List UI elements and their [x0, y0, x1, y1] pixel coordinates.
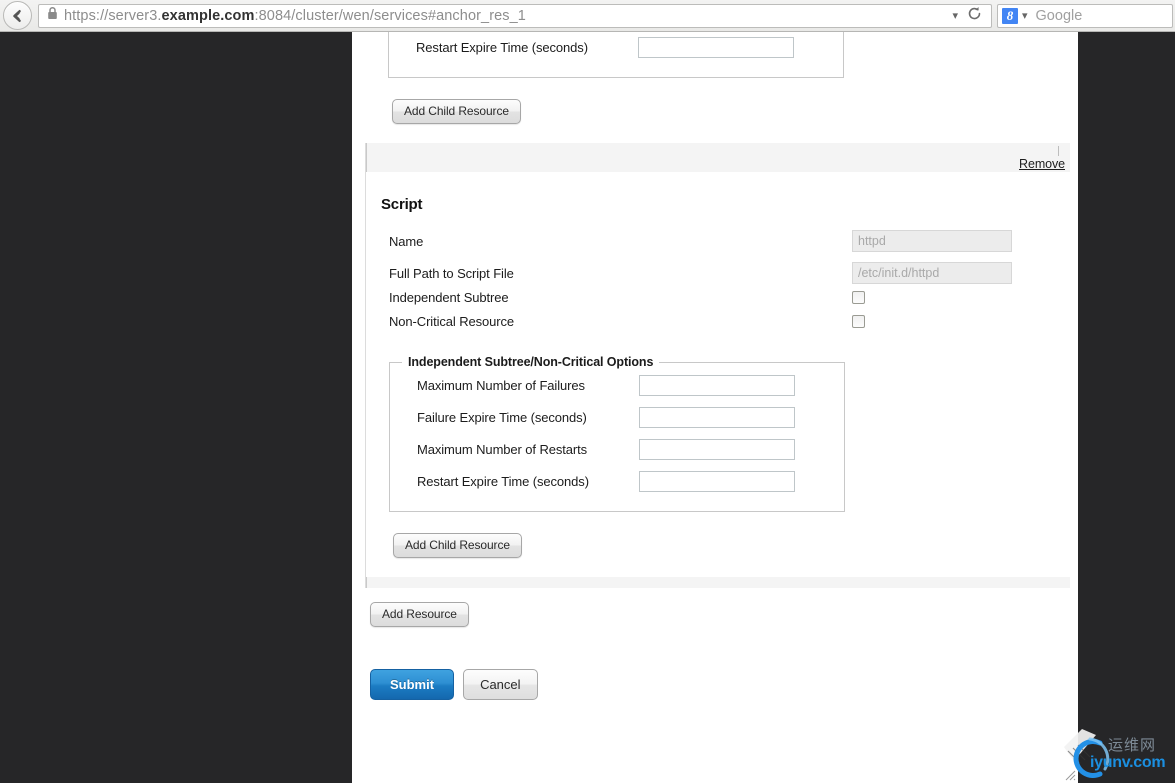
browser-chrome: https://server3.example.com:8084/cluster…	[0, 0, 1175, 32]
form-row: Maximum Number of Restarts	[390, 433, 844, 465]
submit-button[interactable]: Submit	[370, 669, 455, 700]
field-label: Maximum Number of Failures	[417, 377, 585, 393]
failure-expire-time-input[interactable]	[639, 406, 795, 428]
form-row: Maximum Number of Failures	[390, 369, 844, 401]
options-fieldset-wrap: Independent Subtree/Non-Critical Options…	[366, 333, 1070, 512]
form-row: Full Path to Script File /etc/init.d/htt…	[366, 261, 1070, 285]
add-child-resource-row-top: Add Child Resource	[365, 78, 1070, 143]
independent-subtree-options-fieldset: Independent Subtree/Non-Critical Options…	[389, 355, 845, 512]
resource-card-script: Remove Script Name httpd Full Path to Sc…	[365, 143, 1070, 588]
field-label: Full Path to Script File	[389, 265, 514, 281]
form-row: Failure Expire Time (seconds)	[390, 401, 844, 433]
reload-icon[interactable]	[967, 6, 982, 26]
field-label: Name	[389, 233, 424, 249]
search-bar[interactable]: 8 ▾ Google	[997, 3, 1173, 28]
add-child-resource-button[interactable]: Add Child Resource	[393, 533, 522, 558]
google-icon: 8	[1002, 7, 1018, 24]
url-path: :8084/cluster/wen/services#anchor_res_1	[254, 7, 526, 24]
back-button[interactable]	[3, 1, 32, 30]
resize-grip[interactable]	[1063, 768, 1076, 781]
form-row: Restart Expire Time (seconds)	[389, 32, 843, 63]
form-row: Non-Critical Resource	[366, 309, 1070, 333]
browser-viewport: Maximum Number of Restarts Restart Expir…	[0, 32, 1175, 783]
watermark-chinese-text: 运维网	[1108, 736, 1157, 754]
page-canvas: Maximum Number of Restarts Restart Expir…	[352, 32, 1078, 783]
independent-subtree-options-fieldset-top: Maximum Number of Restarts Restart Expir…	[388, 32, 844, 78]
field-label: Restart Expire Time (seconds)	[416, 39, 588, 55]
resource-type-title: Script	[381, 196, 423, 213]
add-child-resource-row: Add Child Resource	[366, 512, 1070, 577]
restart-expire-time-input-top[interactable]	[638, 36, 794, 58]
collapse-handle-icon	[1058, 146, 1059, 156]
search-input-placeholder[interactable]: Google	[1036, 8, 1083, 24]
add-resource-row: Add Resource	[365, 588, 1070, 627]
resource-block-top: Maximum Number of Restarts Restart Expir…	[365, 32, 1070, 143]
url-text: https://server3.example.com:8084/cluster…	[64, 8, 944, 24]
form-row: Name httpd	[366, 229, 1070, 253]
add-child-resource-button-top[interactable]: Add Child Resource	[392, 99, 521, 124]
form-submit-row: Submit Cancel	[365, 627, 1070, 700]
url-protocol: https://server3.	[64, 7, 162, 24]
restart-expire-time-input[interactable]	[639, 470, 795, 492]
independent-subtree-checkbox[interactable]	[852, 290, 865, 304]
back-arrow-icon	[10, 8, 26, 24]
remove-resource-link[interactable]: Remove	[1019, 157, 1065, 171]
form-row: Restart Expire Time (seconds)	[390, 465, 844, 497]
cancel-button[interactable]: Cancel	[463, 669, 538, 700]
form-content: Maximum Number of Restarts Restart Expir…	[365, 32, 1070, 700]
add-resource-button[interactable]: Add Resource	[370, 602, 469, 627]
field-label: Independent Subtree	[389, 289, 509, 305]
resource-card-header: Remove	[366, 143, 1070, 172]
field-label: Restart Expire Time (seconds)	[417, 473, 589, 489]
field-label: Failure Expire Time (seconds)	[417, 409, 587, 425]
name-input[interactable]: httpd	[852, 230, 1012, 252]
chevron-down-icon[interactable]: ▾	[952, 9, 958, 22]
url-domain: example.com	[161, 7, 255, 24]
non-critical-resource-checkbox[interactable]	[852, 314, 865, 328]
field-label: Non-Critical Resource	[389, 313, 515, 329]
max-number-of-restarts-input[interactable]	[639, 438, 795, 460]
lock-icon	[47, 6, 58, 25]
resource-card-footer	[366, 577, 1070, 588]
full-path-to-script-file-input[interactable]: /etc/init.d/httpd	[852, 262, 1012, 284]
field-label: Maximum Number of Restarts	[417, 441, 588, 457]
resource-card-body: Name httpd Full Path to Script File /etc…	[366, 213, 1070, 577]
search-engine-chevron-down-icon[interactable]: ▾	[1022, 9, 1028, 22]
options-fieldset-legend: Independent Subtree/Non-Critical Options	[408, 355, 654, 369]
form-row: Independent Subtree	[366, 285, 1070, 309]
max-number-of-failures-input[interactable]	[639, 374, 795, 396]
address-bar[interactable]: https://server3.example.com:8084/cluster…	[38, 3, 992, 28]
watermark-domain-text: iyunv.com	[1090, 754, 1166, 771]
